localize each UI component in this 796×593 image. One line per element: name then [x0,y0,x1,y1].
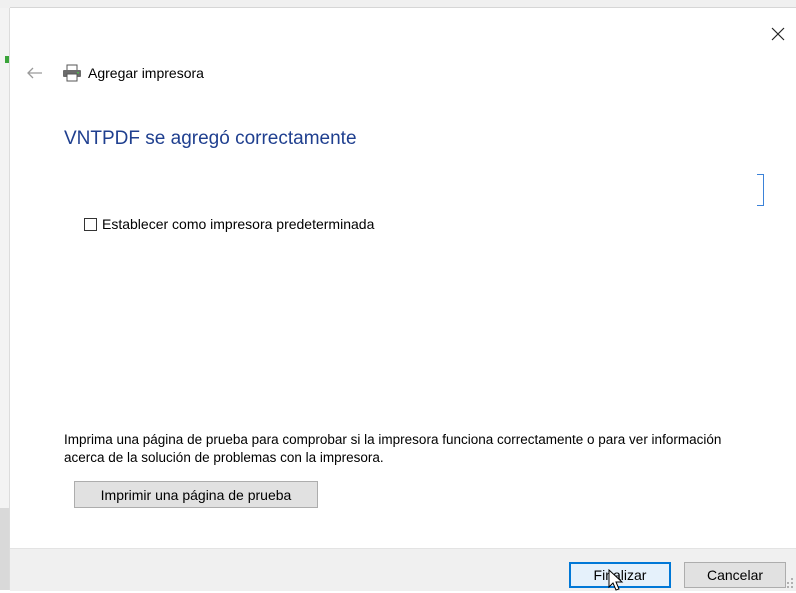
focus-indicator [757,174,764,206]
left-gray-block [0,508,9,590]
set-default-checkbox[interactable] [84,217,97,231]
window-title: Agregar impresora [88,65,204,81]
window-top-border [10,7,796,8]
mouse-cursor-icon [608,569,624,591]
window-title-bar: Agregar impresora [62,64,204,82]
back-arrow-icon [27,67,42,79]
test-page-info-text: Imprima una página de prueba para compro… [64,432,722,465]
success-heading: VNTPDF se agregó correctamente [64,128,357,149]
back-button[interactable] [23,63,47,83]
dialog-footer [10,548,796,591]
print-test-page-button[interactable]: Imprimir una página de prueba [74,481,318,508]
green-indicator [5,56,9,63]
left-edge-divider [9,8,10,590]
close-button[interactable] [764,20,792,48]
close-icon [771,27,785,41]
set-default-printer-option[interactable]: Establecer como impresora predeterminada [84,216,374,232]
printer-icon [63,64,81,82]
cancel-button[interactable]: Cancelar [684,562,786,588]
set-default-label[interactable]: Establecer como impresora predeterminada [102,216,374,232]
